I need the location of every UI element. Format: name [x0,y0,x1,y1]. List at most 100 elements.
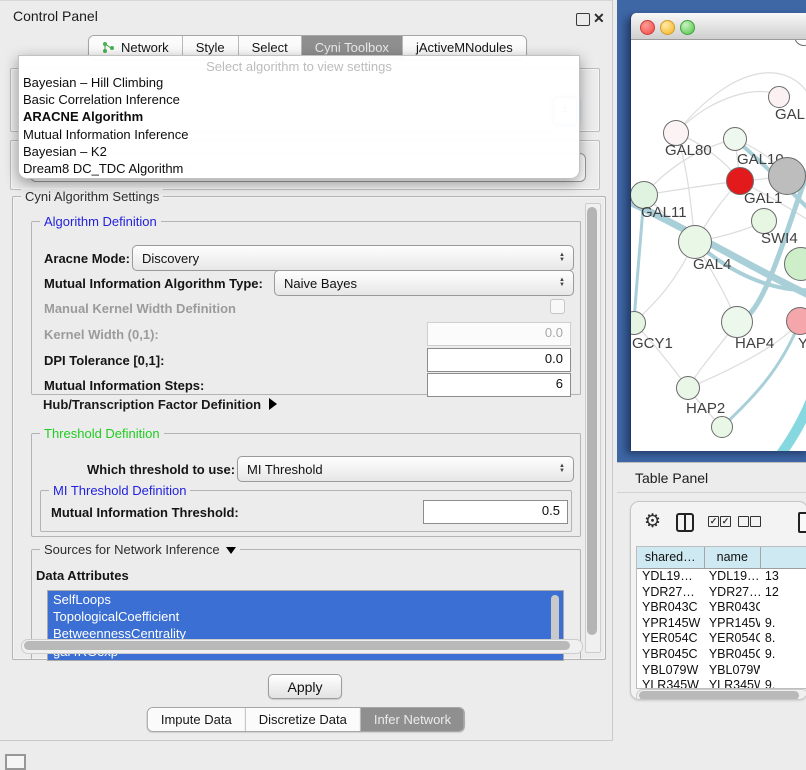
network-node-hap2[interactable] [676,376,700,400]
algorithm-option[interactable]: Mutual Information Inference [19,126,579,143]
table-panel-title: Table Panel [635,470,708,486]
select-all-checkbox-icon[interactable]: ✓ [708,516,719,527]
which-threshold-combo[interactable]: MI Threshold ▲▼ [237,456,574,482]
settings-scrollbar-thumb[interactable] [587,207,597,635]
control-panel: Control Panel ✕ NetworkStyleSelectCyni T… [0,0,613,741]
tab-label: Discretize Data [259,712,347,727]
data-attribute-item[interactable]: SelfLoops [48,591,563,608]
manual-kernel-width-checkbox[interactable] [550,299,565,314]
algorithm-option[interactable]: Basic Correlation Inference [19,91,579,108]
dpi-tolerance-label: DPI Tolerance [0,1]: [44,353,164,368]
settings-scrollbar[interactable] [585,203,601,653]
mi-algorithm-type-combo[interactable]: Naive Bayes ▲▼ [274,270,574,296]
dpi-tolerance-field[interactable]: 0.0 [427,348,571,372]
tab-impute-data[interactable]: Impute Data [148,708,246,731]
cyni-algorithm-settings-group: Cyni Algorithm Settings Algorithm Defini… [12,196,606,660]
table-row[interactable]: YDL19…YDL19…13 [637,569,806,585]
mi-steps-field[interactable]: 6 [427,373,571,397]
tab-label: Impute Data [161,712,232,727]
data-attribute-item[interactable]: TopologicalCoefficient [48,608,563,625]
table-cell: YLR345W [637,678,704,689]
table-cell: 9. [760,678,806,689]
algorithm-definition-title: Algorithm Definition [40,214,161,229]
apply-button[interactable]: Apply [268,674,342,699]
collapse-down-icon[interactable] [226,547,236,554]
table-cell: YBR045C [704,647,760,663]
column-header[interactable]: shared… [637,547,705,568]
network-window-titlebar [631,13,806,40]
table-cell: YDL19… [637,569,704,585]
table-cell [760,600,806,616]
table-header-row[interactable]: shared…name [637,547,806,569]
table-cell: YBL079W [637,663,704,679]
table-cell: YER054C [637,631,704,647]
network-node-gal10[interactable] [723,127,747,151]
columns-icon[interactable] [676,513,694,532]
control-panel-titlebar: Control Panel ✕ [0,0,612,31]
minimize-traffic-light-icon[interactable] [660,20,675,35]
aracne-mode-combo[interactable]: Discovery ▲▼ [132,245,574,271]
algorithm-dropdown-items: Bayesian – Hill ClimbingBasic Correlatio… [19,74,579,177]
algorithm-dropdown-placeholder: Select algorithm to view settings [19,56,579,74]
kernel-width-field[interactable]: 0.0 [427,322,571,346]
network-window: GALGAL80GAL10GAL1GAL11SWI4GAL4GCY1HAP4YH… [630,13,806,450]
tab-infer-network[interactable]: Infer Network [361,708,464,731]
column-header[interactable] [761,547,806,568]
table-cell: YDR27… [637,585,704,601]
gear-icon[interactable]: ⚙ [644,510,661,533]
table-row[interactable]: YLR345WYLR345W9. [637,678,806,689]
table-cell: 9. [760,647,806,663]
threshold-definition-group: Threshold Definition Which threshold to … [31,433,581,537]
network-node-gal4[interactable] [678,225,712,259]
algorithm-option[interactable]: Bayesian – K2 [19,143,579,160]
table-row[interactable]: YBR043CYBR043C [637,600,806,616]
close-icon[interactable]: ✕ [593,10,605,27]
table-row[interactable]: YER054CYER054C8. [637,631,806,647]
network-node[interactable] [768,157,806,195]
document-icon[interactable] [798,512,806,533]
node-label: Y [798,335,806,352]
algorithm-option[interactable]: Bayesian – Hill Climbing [19,74,579,91]
tab-label: Select [252,40,288,55]
table-cell: YBL079W [704,663,760,679]
node-label: HAP2 [686,400,725,417]
table-hscrollbar-thumb[interactable] [639,691,799,700]
control-panel-title: Control Panel [13,8,98,24]
table-panel: Table Panel ⚙ ✓ ✓ shared…name YDL19…YDL1… [617,462,806,721]
zoom-traffic-light-icon[interactable] [680,20,695,35]
column-header[interactable]: name [705,547,762,568]
tab-label: Cyni Toolbox [315,40,389,55]
network-node-y[interactable] [786,307,806,335]
tab-discretize-data[interactable]: Discretize Data [246,708,361,731]
deselect-all-checkbox-icon[interactable] [750,516,761,527]
dock-panel-icon[interactable] [5,754,26,770]
network-canvas[interactable]: GALGAL80GAL10GAL1GAL11SWI4GAL4GCY1HAP4YH… [631,40,806,451]
hub-definition-label: Hub/Transcription Factor Definition [43,397,261,412]
deselect-all-checkbox-icon[interactable] [738,516,749,527]
stepper-icon: ▲▼ [554,278,573,288]
node-label: GAL11 [641,204,687,221]
table-row[interactable]: YBL079WYBL079W [637,663,806,679]
network-node[interactable] [711,416,733,438]
float-window-icon[interactable] [576,13,590,26]
settings-hscrollbar-thumb[interactable] [24,641,570,650]
algorithm-option[interactable]: Dream8 DC_TDC Algorithm [19,160,579,177]
network-node-gal[interactable] [768,86,790,108]
close-traffic-light-icon[interactable] [640,20,655,35]
sources-title: Sources for Network Inference [40,542,240,557]
table-hscrollbar[interactable] [636,689,806,700]
table-row[interactable]: YBR045CYBR045C9. [637,647,806,663]
tab-label: jActiveMNodules [416,40,513,55]
table-row[interactable]: YDR27…YDR27…12 [637,585,806,601]
expand-right-icon [269,398,277,410]
settings-hscrollbar[interactable] [21,639,583,654]
hub-definition-toggle[interactable]: Hub/Transcription Factor Definition [43,397,277,412]
node-table[interactable]: shared…name YDL19…YDL19…13YDR27…YDR27…12… [636,546,806,689]
algorithm-dropdown-list: Select algorithm to view settings Bayesi… [18,55,580,179]
algorithm-option[interactable]: ARACNE Algorithm [19,108,579,125]
divider [617,492,806,493]
network-node-hap4[interactable] [721,306,753,338]
mi-threshold-field[interactable]: 0.5 [423,500,568,524]
select-all-checkbox-icon[interactable]: ✓ [720,516,731,527]
table-row[interactable]: YPR145WYPR145W9. [637,616,806,632]
